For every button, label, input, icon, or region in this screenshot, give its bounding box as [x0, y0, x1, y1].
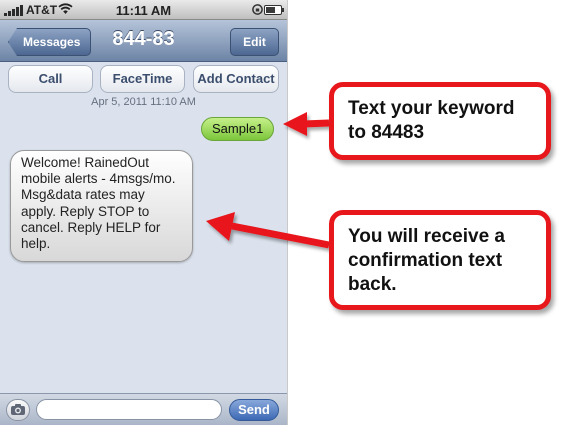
callout-line: confirmation text — [348, 250, 503, 271]
arrow-to-sent-message — [283, 112, 330, 136]
callout-line: You will receive a — [348, 226, 506, 247]
annotated-screenshot: AT&T 11:11 AM Messages 844-83 Edit Call … — [0, 0, 567, 425]
callout-line: back. — [348, 274, 397, 295]
callout-line: Text your keyword — [348, 98, 515, 119]
arrow-to-received-message — [206, 212, 330, 249]
callout-text-keyword: Text your keyword to 84483 — [329, 82, 551, 160]
callout-confirmation: You will receive a confirmation text bac… — [329, 210, 551, 310]
callout-line: to 84483 — [348, 122, 425, 143]
